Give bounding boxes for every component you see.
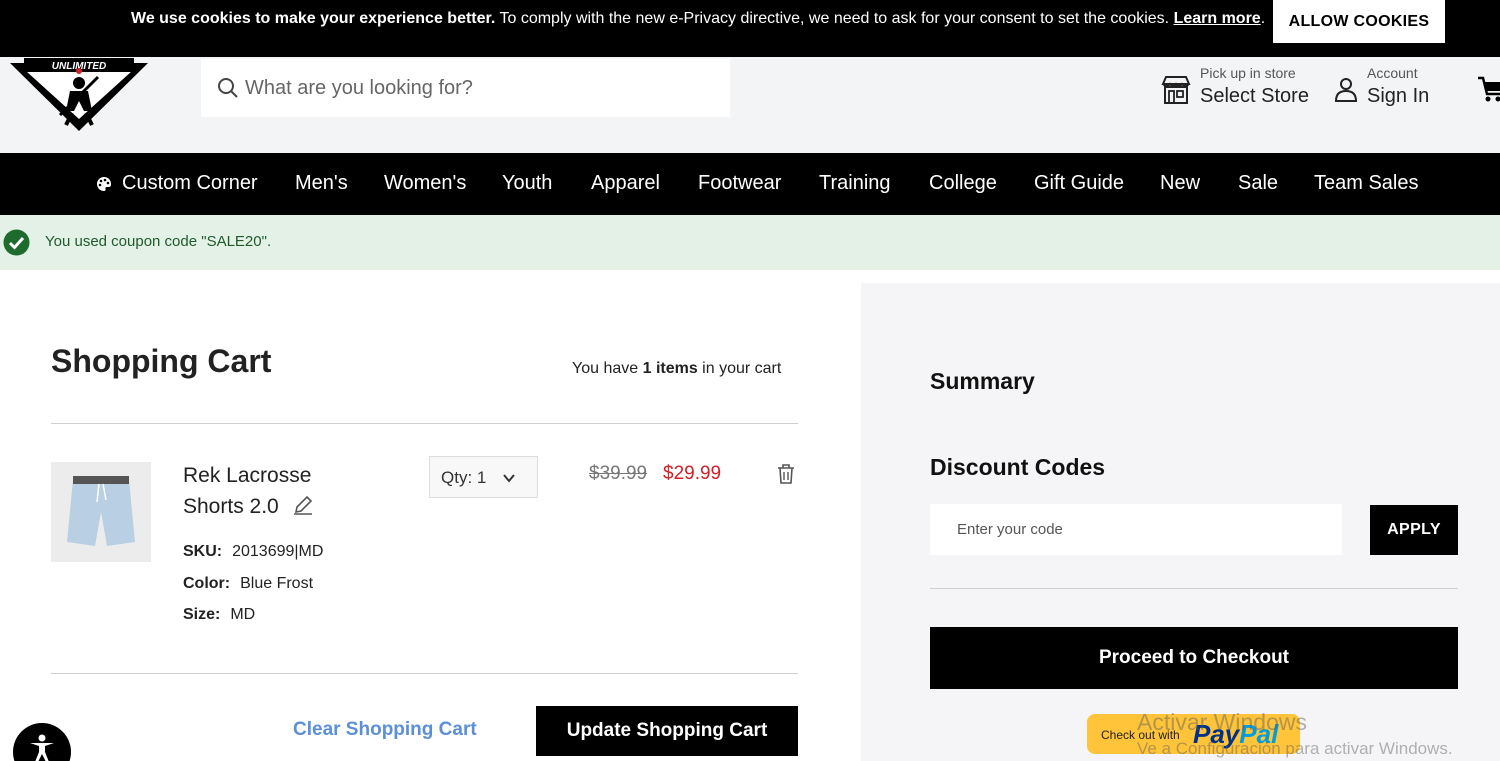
nav-item-new[interactable]: New xyxy=(1160,172,1200,195)
account-icon xyxy=(1334,78,1358,102)
product-size: Size: MD xyxy=(183,606,255,624)
nav-item-college[interactable]: College xyxy=(929,172,997,195)
nav-item-womens[interactable]: Women's xyxy=(384,172,466,195)
store-icon xyxy=(1161,76,1191,104)
search-icon[interactable] xyxy=(217,77,239,99)
accessibility-button[interactable] xyxy=(13,723,71,761)
size-label: Size: xyxy=(183,606,221,623)
nav-item-custom-corner[interactable]: Custom Corner xyxy=(122,172,258,195)
apply-discount-button[interactable]: APPLY xyxy=(1370,505,1458,555)
cart-count-suffix: in your cart xyxy=(697,360,782,377)
coupon-message-text: You used coupon code "SALE20". xyxy=(45,233,272,250)
color-label: Color: xyxy=(183,575,231,592)
product-sku: SKU: 2013699|MD xyxy=(183,543,323,561)
account-big-label: Sign In xyxy=(1367,85,1430,107)
cart-divider-top xyxy=(51,423,798,424)
accessibility-icon xyxy=(30,734,54,761)
proceed-to-checkout-button[interactable]: Proceed to Checkout xyxy=(930,627,1458,689)
palette-icon xyxy=(97,177,111,191)
cookie-banner: We use cookies to make your experience b… xyxy=(0,0,1500,57)
nav-item-team-sales[interactable]: Team Sales xyxy=(1314,172,1419,195)
cookie-message-bold: We use cookies to make your experience b… xyxy=(131,10,496,27)
nav-item-sale[interactable]: Sale xyxy=(1238,172,1278,195)
product-image[interactable] xyxy=(51,462,151,562)
chevron-down-icon xyxy=(503,474,515,483)
original-price: $39.99 xyxy=(589,463,648,484)
main-navigation: Custom Corner Men's Women's Youth Appare… xyxy=(0,153,1500,215)
windows-watermark-subtitle: Ve a Configuración para activar Windows. xyxy=(1137,739,1453,758)
edit-pencil-icon[interactable] xyxy=(293,495,313,515)
cart-item-count: You have 1 items in your cart xyxy=(572,360,781,378)
nav-item-mens[interactable]: Men's xyxy=(295,172,348,195)
nav-item-apparel[interactable]: Apparel xyxy=(591,172,660,195)
page-title: Shopping Cart xyxy=(51,343,272,379)
cart-count-prefix: You have xyxy=(572,360,643,377)
order-summary: Summary Discount Codes APPLY Proceed to … xyxy=(861,283,1500,761)
cookie-message: We use cookies to make your experience b… xyxy=(131,10,1265,28)
nav-item-training[interactable]: Training xyxy=(819,172,891,195)
learn-more-link[interactable]: Learn more xyxy=(1174,10,1261,27)
cookie-message-end: . xyxy=(1260,10,1266,27)
sale-price: $29.99 xyxy=(663,463,722,484)
sku-value: 2013699|MD xyxy=(232,543,324,560)
cart-icon[interactable] xyxy=(1478,74,1500,104)
check-circle-icon xyxy=(3,229,30,256)
nav-item-gift-guide[interactable]: Gift Guide xyxy=(1034,172,1124,195)
account-small-label: Account xyxy=(1367,65,1418,81)
cookie-message-body: To comply with the new e-Privacy directi… xyxy=(495,10,1174,27)
clear-cart-link[interactable]: Clear Shopping Cart xyxy=(293,719,477,741)
discount-codes-title[interactable]: Discount Codes xyxy=(930,454,1105,481)
store-big-label: Select Store xyxy=(1200,85,1309,107)
cart-count-value: 1 items xyxy=(642,360,698,377)
sku-label: SKU: xyxy=(183,543,223,560)
trash-icon[interactable] xyxy=(776,463,796,485)
quantity-select[interactable]: Qty: 1 xyxy=(429,456,538,498)
nav-item-youth[interactable]: Youth xyxy=(502,172,552,195)
summary-divider xyxy=(930,588,1458,589)
discount-code-input[interactable] xyxy=(930,504,1342,555)
update-cart-button[interactable]: Update Shopping Cart xyxy=(536,706,798,756)
product-name[interactable]: Rek Lacrosse Shorts 2.0 xyxy=(183,460,363,522)
color-value: Blue Frost xyxy=(240,575,314,592)
product-color: Color: Blue Frost xyxy=(183,575,313,593)
cart-divider-bottom xyxy=(51,673,798,674)
search-box xyxy=(201,59,730,117)
search-input[interactable] xyxy=(245,71,715,105)
summary-title: Summary xyxy=(930,368,1035,394)
site-header: UNLIMITED Pick up in store Select Store … xyxy=(0,57,1500,153)
site-logo[interactable]: UNLIMITED xyxy=(8,57,150,133)
success-message: You used coupon code "SALE20". xyxy=(0,215,1500,270)
allow-cookies-button[interactable]: ALLOW COOKIES xyxy=(1273,0,1445,43)
quantity-value: Qty: 1 xyxy=(441,468,487,487)
windows-watermark-title: Activar Windows xyxy=(1137,709,1307,735)
store-small-label: Pick up in store xyxy=(1200,65,1296,81)
size-value: MD xyxy=(230,606,256,623)
nav-item-footwear[interactable]: Footwear xyxy=(698,172,781,195)
